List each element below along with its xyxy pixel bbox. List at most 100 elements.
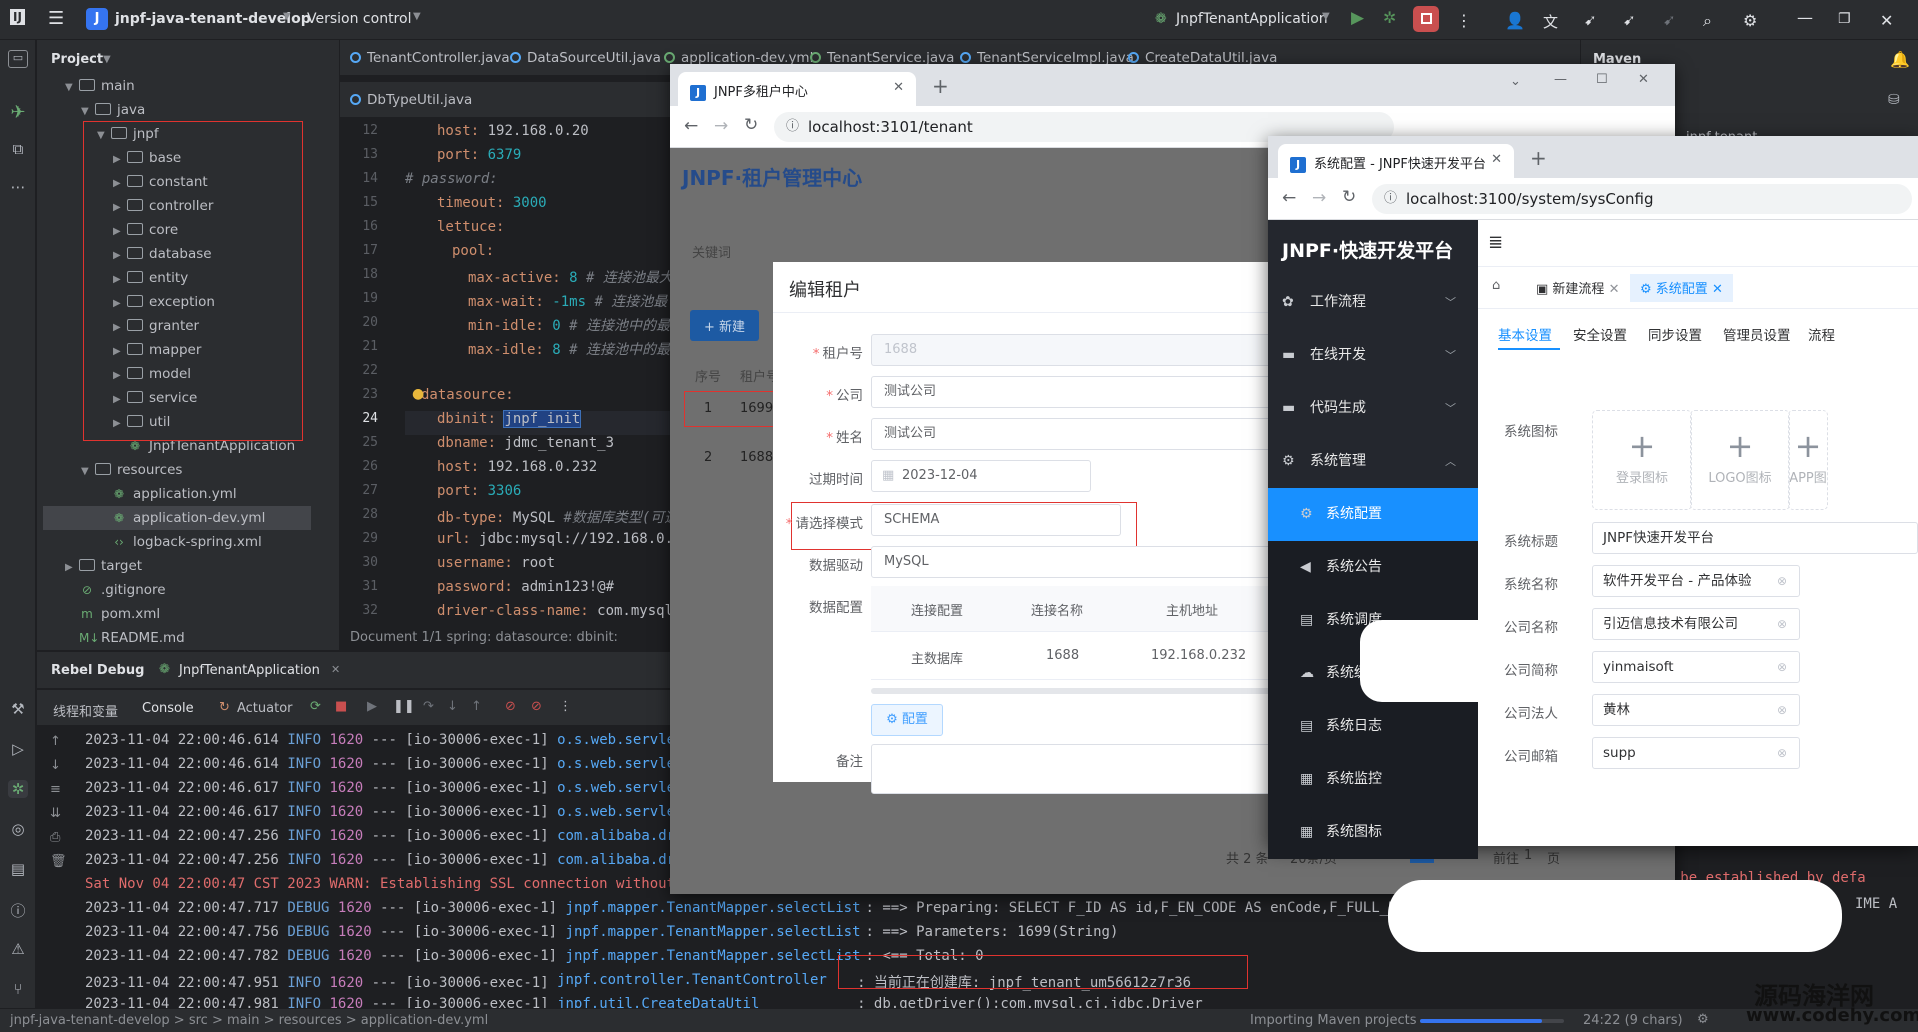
warning-icon[interactable]: ⚠ [8, 940, 28, 958]
tab-actuator[interactable]: Actuator [237, 701, 293, 716]
tab-tenant-controller[interactable]: TenantController.java [350, 50, 510, 66]
cursor-position[interactable]: 24:22 (9 chars) [1583, 1013, 1683, 1028]
upload-2[interactable]: + APP图 [1788, 410, 1828, 510]
scroll-down-icon[interactable]: ↓ [50, 758, 61, 773]
new-tenant-button[interactable]: + 新建 [690, 310, 760, 341]
tree-file-pom.xml[interactable]: m pom.xml [65, 602, 160, 626]
page-tab-new-flow[interactable]: ▣ 新建流程 ✕ [1526, 274, 1629, 302]
debug-tool-icon[interactable]: ✲ [8, 780, 28, 798]
more-actions-icon[interactable]: ⋮ [1456, 11, 1472, 30]
submenu-item-4[interactable]: ▤ 系统日志 [1268, 700, 1478, 753]
tab-datasource-util[interactable]: DataSourceUtil.java [510, 50, 661, 66]
tree-folder-java[interactable]: ▼ java [81, 98, 145, 122]
terminal-icon[interactable]: ▤ [8, 860, 28, 878]
plugin3-icon[interactable]: ➹ [1663, 11, 1676, 29]
search-icon[interactable]: ⌕ [1703, 11, 1712, 31]
run-tool-icon[interactable]: ▷ [8, 740, 28, 758]
git-branch-icon[interactable]: ⚙ [1697, 1012, 1709, 1027]
user-icon[interactable]: 👤 [1505, 11, 1525, 30]
tab-search-icon[interactable]: ⌄ [1510, 74, 1521, 89]
project-switcher[interactable]: jnpf-java-tenant-develop [115, 11, 311, 27]
upload-0[interactable]: + 登录图标 [1592, 410, 1692, 510]
tab-threads-variables[interactable]: 线程和变量 [53, 701, 118, 720]
git-icon[interactable]: ⑂ [8, 980, 28, 998]
clear-icon[interactable]: ⊗ [1777, 695, 1787, 725]
project-tool-icon[interactable]: ▭ [8, 50, 28, 68]
build-icon[interactable]: ⚒ [8, 700, 28, 718]
menu-item-0[interactable]: ✿ 工作流程 ﹀ [1268, 276, 1478, 329]
field-input-0[interactable]: JNPF快速开发平台 [1592, 522, 1918, 554]
close-window-icon[interactable]: ✕ [1638, 72, 1649, 87]
clear-icon[interactable]: ⊗ [1777, 566, 1787, 596]
stop-button[interactable] [1413, 6, 1439, 32]
tree-file-logback-spring.xml[interactable]: ‹› logback-spring.xml [97, 530, 262, 554]
run-icon[interactable]: ▶ [1351, 8, 1364, 28]
reload-icon[interactable]: ↻ [1342, 187, 1356, 207]
clear-icon[interactable]: ⊗ [1777, 652, 1787, 682]
info-icon[interactable]: ⓘ [1384, 184, 1397, 214]
settings-gear-icon[interactable]: ⚙ [1743, 11, 1757, 30]
tree-file-application-dev.yml[interactable]: ❁ application-dev.yml [43, 506, 311, 530]
clear-icon[interactable]: 🗑 [50, 854, 67, 869]
settings-tab-0[interactable]: 基本设置 [1498, 324, 1552, 344]
problems-icon[interactable]: ⓘ [8, 900, 28, 921]
tree-file-.gitignore[interactable]: ⊘ .gitignore [65, 578, 166, 602]
tree-folder-main[interactable]: ▼ main [65, 74, 135, 98]
resume-icon[interactable]: ▶ [367, 699, 377, 714]
rerun-icon[interactable]: ⟳ [310, 699, 321, 714]
close-window-icon[interactable]: ✕ [1880, 11, 1893, 30]
mode-select[interactable]: SCHEMA [871, 504, 1121, 536]
close-tab-icon[interactable]: ✕ [1491, 152, 1502, 167]
status-breadcrumb[interactable]: jnpf-java-tenant-develop > src > main > … [10, 1013, 488, 1028]
back-icon[interactable]: ← [1282, 188, 1296, 208]
menu-item-1[interactable]: ▬ 在线开发 ﹀ [1268, 329, 1478, 382]
field-input-3[interactable]: yinmaisoft ⊗ [1592, 651, 1800, 683]
menu-item-2[interactable]: ▬ 代码生成 ﹀ [1268, 382, 1478, 435]
plugin-icon[interactable]: ➹ [1584, 11, 1597, 29]
minimize-icon[interactable]: — [1797, 8, 1813, 27]
page-tab-sysconfig[interactable]: ⚙ 系统配置 ✕ [1630, 274, 1733, 302]
vcs-menu[interactable]: Version control [307, 11, 411, 27]
browser-tab-tenant[interactable]: J JNPF多租户中心 ✕ [678, 72, 916, 106]
clear-icon[interactable]: ⊗ [1777, 738, 1787, 768]
settings-tab-4[interactable]: 流程 [1808, 324, 1835, 344]
tree-folder-target[interactable]: ▶ target [65, 554, 142, 578]
debug-panel-title[interactable]: Rebel Debug [51, 663, 144, 678]
tree-folder-resources[interactable]: ▼ resources [81, 458, 182, 482]
plugin2-icon[interactable]: ➹ [1623, 11, 1636, 29]
info-icon[interactable]: ⓘ [786, 112, 799, 142]
lightbulb-icon[interactable]: ● [412, 386, 424, 402]
home-icon[interactable]: ⌂ [1492, 278, 1500, 293]
debug-session-tab[interactable]: JnpfTenantApplication [179, 663, 320, 678]
pause-icon[interactable]: ❚❚ [393, 699, 415, 714]
submenu-item-1[interactable]: ◀ 系统公告 [1268, 541, 1478, 594]
step-out-icon[interactable]: ↑ [471, 699, 482, 714]
scroll-end-icon[interactable]: ⇊ [50, 806, 61, 821]
services-icon[interactable]: ◎ [8, 820, 28, 838]
submenu-item-6[interactable]: ▦ 系统图标 [1268, 806, 1478, 859]
submenu-item-0[interactable]: ⚙ 系统配置 [1268, 488, 1478, 541]
jrebel-icon[interactable]: ✈ [8, 102, 28, 123]
close-tab-icon[interactable]: ✕ [331, 663, 340, 676]
submenu-item-5[interactable]: ▦ 系统监控 [1268, 753, 1478, 806]
step-over-icon[interactable]: ↷ [423, 699, 434, 714]
run-config-selector[interactable]: JnpfTenantApplication [1176, 11, 1328, 27]
tree-file-application.yml[interactable]: ❁ application.yml [97, 482, 237, 506]
settings-tab-2[interactable]: 同步设置 [1648, 324, 1702, 344]
field-input-5[interactable]: supp ⊗ [1592, 737, 1800, 769]
menu-item-3[interactable]: ⚙ 系统管理 ︿ [1268, 435, 1478, 488]
new-tab-icon[interactable]: + [932, 74, 949, 98]
forward-icon[interactable]: → [1312, 188, 1326, 208]
tree-file-README.md[interactable]: M↓ README.md [65, 626, 185, 650]
print-icon[interactable]: ⎙ [50, 830, 60, 845]
debug-icon[interactable]: ✲ [1383, 8, 1396, 27]
field-input-2[interactable]: 引迈信息技术有限公司 ⊗ [1592, 608, 1800, 640]
forward-icon[interactable]: → [714, 116, 728, 136]
back-icon[interactable]: ← [684, 116, 698, 136]
tab-console[interactable]: Console [142, 701, 194, 716]
settings-tab-1[interactable]: 安全设置 [1573, 324, 1627, 344]
reload-icon[interactable]: ↻ [744, 115, 758, 135]
field-input-4[interactable]: 黄林 ⊗ [1592, 694, 1800, 726]
pager-goto-input[interactable]: 1 [1524, 848, 1532, 863]
stop-icon[interactable]: ■ [335, 699, 347, 714]
